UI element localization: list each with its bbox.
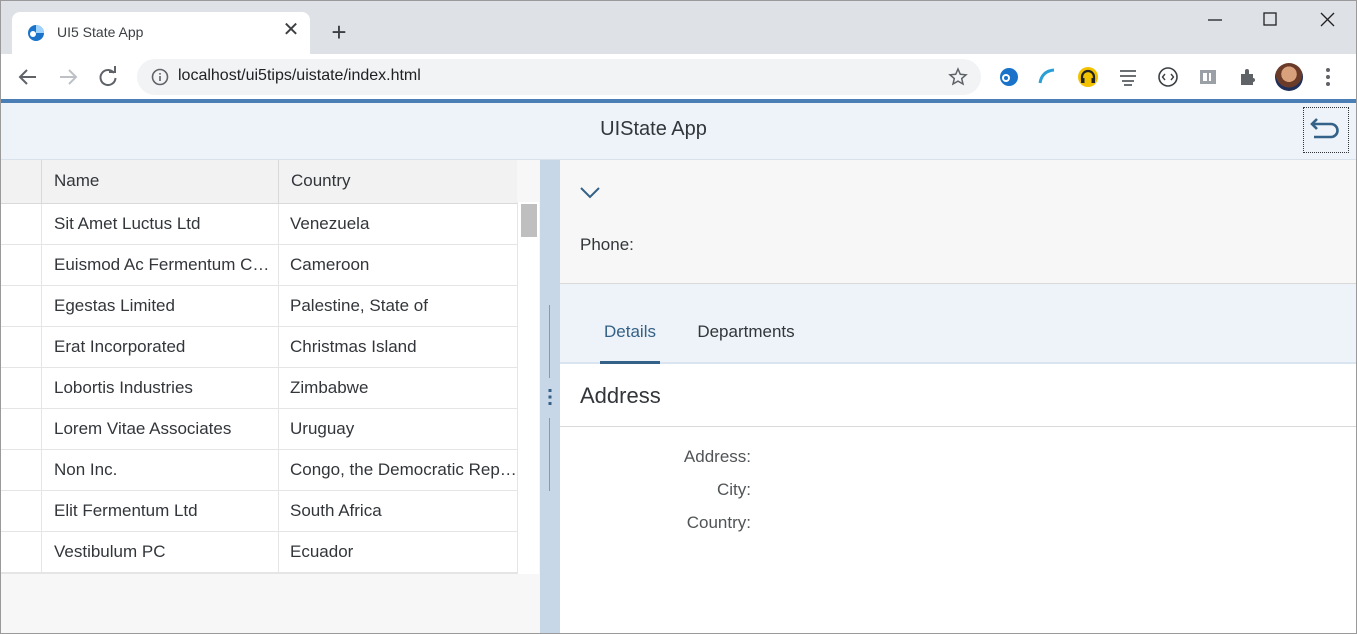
- row-selector[interactable]: [0, 204, 41, 245]
- table-cell-name[interactable]: Lorem Vitae Associates: [41, 409, 278, 450]
- url-path: /ui5tips/uistate/index.html: [241, 67, 421, 84]
- close-tab-icon[interactable]: ✕: [280, 19, 302, 41]
- object-header: [560, 160, 1357, 284]
- table-scrollbar-thumb[interactable]: [521, 204, 537, 237]
- code-extension-icon[interactable]: [1156, 65, 1180, 89]
- detail-tab-bar: [560, 284, 1357, 364]
- table-cell-country[interactable]: Palestine, State of: [278, 286, 517, 327]
- row-selector[interactable]: [0, 532, 41, 573]
- kebab-menu-icon[interactable]: [1320, 65, 1336, 89]
- city-label: City:: [717, 480, 751, 499]
- table-cell-name[interactable]: Erat Incorporated: [41, 327, 278, 368]
- row-selector[interactable]: [0, 409, 41, 450]
- table-cell-country[interactable]: Zimbabwe: [278, 368, 517, 409]
- table-cell-country[interactable]: Christmas Island: [278, 327, 517, 368]
- table-cell-country[interactable]: Uruguay: [278, 409, 517, 450]
- row-selector-header[interactable]: [0, 160, 41, 204]
- table-cell-country[interactable]: Ecuador: [278, 532, 517, 573]
- table-cell-country[interactable]: South Africa: [278, 491, 517, 532]
- reload-icon[interactable]: [94, 64, 122, 90]
- undo-back-button[interactable]: [1303, 107, 1349, 153]
- star-icon[interactable]: [947, 66, 969, 88]
- table-cell-name[interactable]: Non Inc.: [41, 450, 278, 491]
- ui5-favicon-icon: [28, 25, 44, 41]
- row-selector[interactable]: [0, 491, 41, 532]
- column-header-name[interactable]: Name: [41, 160, 278, 204]
- ui5-extension-icon[interactable]: [997, 65, 1021, 89]
- tools-extension-icon[interactable]: [1116, 65, 1140, 89]
- section-divider: [560, 426, 1357, 427]
- tab-title: UI5 State App: [57, 24, 144, 40]
- splitter-line: [549, 418, 550, 491]
- row-selector[interactable]: [0, 245, 41, 286]
- splitter-line: [549, 305, 550, 378]
- row-selector[interactable]: [0, 286, 41, 327]
- extensions-icon[interactable]: [1236, 65, 1260, 89]
- headphones-extension-icon[interactable]: [1076, 65, 1100, 89]
- detail-content: [560, 366, 1357, 634]
- splitter-grip-icon[interactable]: [546, 387, 554, 407]
- new-tab-button[interactable]: +: [326, 19, 352, 46]
- back-arrow-icon[interactable]: [14, 64, 42, 90]
- table-cell-name[interactable]: Elit Fermentum Ltd: [41, 491, 278, 532]
- table-cell-country[interactable]: Congo, the Democratic Republic of the: [278, 450, 517, 491]
- column-header-country[interactable]: Country: [278, 160, 517, 204]
- phone-label: Phone:: [580, 235, 634, 254]
- table-cell-name[interactable]: Vestibulum PC: [41, 532, 278, 573]
- row-selector[interactable]: [0, 327, 41, 368]
- table-cell-name[interactable]: Sit Amet Luctus Ltd: [41, 204, 278, 245]
- tab-departments[interactable]: Departments: [686, 322, 806, 364]
- app-title: UIState App: [600, 118, 707, 140]
- close-window-icon[interactable]: [1313, 8, 1343, 32]
- table-cell-country[interactable]: Venezuela: [278, 204, 517, 245]
- info-icon[interactable]: [150, 67, 170, 87]
- table-cell-country[interactable]: Cameroon: [278, 245, 517, 286]
- section-title: Address: [580, 383, 661, 408]
- bi-extension-icon[interactable]: [1196, 65, 1220, 89]
- chevron-down-icon[interactable]: [578, 182, 602, 204]
- url-text[interactable]: localhost/ui5tips/uistate/index.html: [178, 67, 421, 85]
- forward-arrow-icon[interactable]: [54, 64, 82, 90]
- undo-arrow-icon: [1310, 118, 1339, 139]
- maximize-icon[interactable]: [1255, 8, 1285, 32]
- profile-avatar[interactable]: [1275, 63, 1303, 91]
- url-host: localhost: [178, 67, 242, 84]
- table-scrollbar[interactable]: [517, 202, 539, 574]
- row-selector[interactable]: [0, 368, 41, 409]
- tab-details[interactable]: Details: [600, 322, 660, 364]
- row-selector[interactable]: [0, 450, 41, 491]
- country-label: Country:: [686, 513, 751, 532]
- address-label: Address:: [683, 447, 751, 466]
- minimize-icon[interactable]: [1200, 8, 1230, 32]
- table-cell-name[interactable]: Egestas Limited: [41, 286, 278, 327]
- table-cell-name[interactable]: Euismod Ac Fermentum Corp.: [41, 245, 278, 286]
- table-cell-name[interactable]: Lobortis Industries: [41, 368, 278, 409]
- wave-extension-icon[interactable]: [1036, 65, 1060, 89]
